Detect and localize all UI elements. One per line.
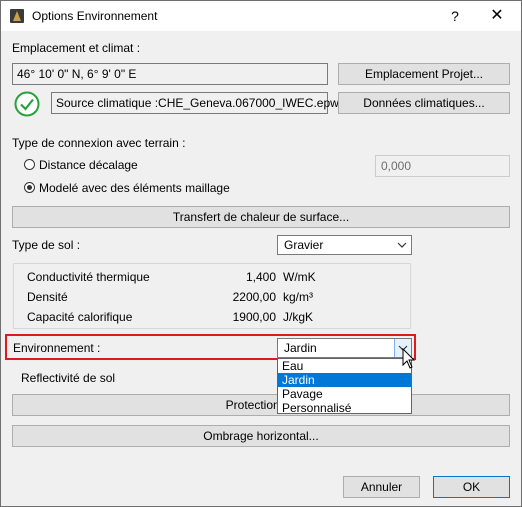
soil-type-select[interactable]: Gravier bbox=[277, 235, 412, 255]
property-value: 2200,00 bbox=[232, 290, 276, 304]
property-row: Densité 2200,00 kg/m³ bbox=[14, 288, 412, 308]
horizontal-shading-button[interactable]: Ombrage horizontal... bbox=[12, 425, 510, 447]
environment-value: Jardin bbox=[284, 341, 317, 355]
close-button[interactable]: ✕ bbox=[486, 5, 508, 27]
property-name: Capacité calorifique bbox=[27, 310, 133, 324]
property-row: Conductivité thermique 1,400 W/mK bbox=[14, 268, 412, 288]
cancel-button[interactable]: Annuler bbox=[343, 476, 420, 498]
property-value: 1,400 bbox=[245, 270, 276, 284]
offset-distance-radio[interactable] bbox=[24, 159, 35, 170]
project-location-button[interactable]: Emplacement Projet... bbox=[338, 63, 510, 85]
property-unit: J/kgK bbox=[283, 310, 314, 324]
property-row: Capacité calorifique 1900,00 J/kgK bbox=[14, 308, 412, 328]
property-unit: kg/m³ bbox=[283, 290, 313, 304]
soil-properties-panel: Conductivité thermique 1,400 W/mK Densit… bbox=[13, 263, 411, 329]
environment-dropdown-list[interactable]: Eau Jardin Pavage Personnalisé bbox=[277, 358, 412, 415]
mesh-model-radio[interactable] bbox=[24, 182, 35, 193]
reflectivity-label: Reflectivité de sol bbox=[21, 371, 116, 385]
environment-label: Environnement : bbox=[13, 341, 101, 355]
location-section-label: Emplacement et climat : bbox=[12, 41, 141, 55]
surface-heat-transfer-button[interactable]: Transfert de chaleur de surface... bbox=[12, 206, 510, 228]
dropdown-option-jardin[interactable]: Jardin bbox=[278, 373, 411, 387]
title-bar: Options Environnement ? ✕ bbox=[1, 1, 521, 31]
window-title: Options Environnement bbox=[32, 9, 158, 23]
property-unit: W/mK bbox=[283, 270, 316, 284]
help-button[interactable]: ? bbox=[444, 5, 466, 27]
options-environment-dialog: Options Environnement ? ✕ Emplacement et… bbox=[0, 0, 522, 507]
ok-button[interactable]: OK bbox=[433, 476, 510, 498]
soil-type-value: Gravier bbox=[284, 238, 324, 252]
climate-data-button[interactable]: Données climatiques... bbox=[338, 92, 510, 114]
ground-connection-label: Type de connexion avec terrain : bbox=[12, 136, 186, 150]
property-name: Densité bbox=[27, 290, 68, 304]
check-circle-icon bbox=[14, 91, 40, 117]
chevron-down-icon bbox=[397, 242, 407, 248]
climate-source-field: Source climatique :CHE_Geneva.067000_IWE… bbox=[51, 92, 339, 114]
mouse-cursor-icon bbox=[402, 348, 416, 369]
dropdown-option-pavage[interactable]: Pavage bbox=[278, 387, 411, 401]
dropdown-option-personnalise[interactable]: Personnalisé bbox=[278, 401, 411, 415]
app-icon bbox=[10, 9, 24, 23]
mesh-model-label: Modelé avec des éléments maillage bbox=[39, 181, 230, 195]
wind-protection-button[interactable]: Protection éo bbox=[12, 394, 510, 416]
soil-type-label: Type de sol : bbox=[12, 238, 81, 252]
coordinates-field: 46° 10' 0" N, 6° 9' 0" E bbox=[12, 63, 328, 85]
property-name: Conductivité thermique bbox=[27, 270, 150, 284]
offset-distance-label: Distance décalage bbox=[39, 158, 138, 172]
property-value: 1900,00 bbox=[232, 310, 276, 324]
environment-select[interactable]: Jardin bbox=[277, 338, 412, 358]
offset-distance-input[interactable]: 0,000 bbox=[375, 155, 510, 177]
dropdown-option-eau[interactable]: Eau bbox=[278, 359, 411, 373]
